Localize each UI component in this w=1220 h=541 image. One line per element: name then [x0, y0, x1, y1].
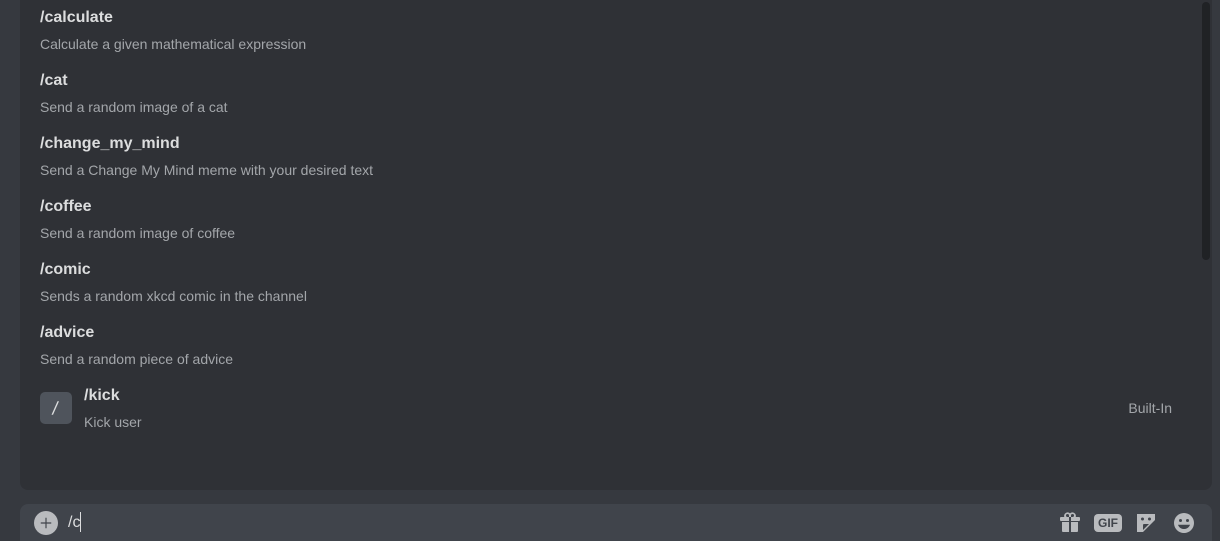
command-name: /calculate: [40, 8, 1180, 35]
command-item[interactable]: /change_my_mindSend a Change My Mind mem…: [40, 126, 1180, 189]
command-body: /catSend a random image of a cat: [40, 71, 1180, 116]
command-description: Send a Change My Mind meme with your des…: [40, 161, 1180, 179]
command-body: /calculateCalculate a given mathematical…: [40, 8, 1180, 53]
sticker-icon: [1134, 511, 1158, 535]
command-description: Kick user: [84, 413, 1128, 431]
command-description: Send a random image of coffee: [40, 224, 1180, 242]
text-caret: [80, 512, 81, 532]
command-body: /change_my_mindSend a Change My Mind mem…: [40, 134, 1180, 179]
command-autocomplete-panel: /calculateCalculate a given mathematical…: [20, 0, 1212, 490]
command-body: /adviceSend a random piece of advice: [40, 323, 1180, 368]
command-item[interactable]: /coffeeSend a random image of coffee: [40, 189, 1180, 252]
plus-icon: [39, 516, 53, 530]
gift-icon: [1058, 511, 1082, 535]
command-item[interactable]: /catSend a random image of a cat: [40, 63, 1180, 126]
command-source: Built-In: [1128, 400, 1180, 416]
command-list-scroll[interactable]: /calculateCalculate a given mathematical…: [20, 0, 1200, 490]
command-item[interactable]: /kickKick userBuilt-In: [40, 378, 1180, 441]
message-input[interactable]: /c: [68, 513, 1048, 533]
command-description: Send a random piece of advice: [40, 350, 1180, 368]
command-name: /kick: [84, 386, 1128, 413]
emoji-icon: [1172, 511, 1196, 535]
command-body: /coffeeSend a random image of coffee: [40, 197, 1180, 242]
command-name: /advice: [40, 323, 1180, 350]
sticker-button[interactable]: [1134, 511, 1158, 535]
command-item[interactable]: /calculateCalculate a given mathematical…: [40, 0, 1180, 63]
scrollbar-thumb[interactable]: [1202, 2, 1210, 260]
command-description: Calculate a given mathematical expressio…: [40, 35, 1180, 53]
emoji-button[interactable]: [1172, 511, 1196, 535]
command-body: /kickKick user: [84, 386, 1128, 431]
command-description: Sends a random xkcd comic in the channel: [40, 287, 1180, 305]
command-item[interactable]: /adviceSend a random piece of advice: [40, 315, 1180, 378]
message-input-bar: /c GIF: [20, 504, 1212, 541]
attach-button[interactable]: [34, 511, 58, 535]
command-item[interactable]: /comicSends a random xkcd comic in the c…: [40, 252, 1180, 315]
command-name: /cat: [40, 71, 1180, 98]
input-actions: GIF: [1058, 511, 1196, 535]
gift-button[interactable]: [1058, 511, 1082, 535]
gif-icon: GIF: [1094, 514, 1122, 532]
command-name: /change_my_mind: [40, 134, 1180, 161]
command-name: /coffee: [40, 197, 1180, 224]
slash-command-icon: [40, 392, 72, 424]
message-input-text: /c: [68, 514, 80, 531]
command-name: /comic: [40, 260, 1180, 287]
gif-button[interactable]: GIF: [1096, 511, 1120, 535]
command-body: /comicSends a random xkcd comic in the c…: [40, 260, 1180, 305]
command-description: Send a random image of a cat: [40, 98, 1180, 116]
